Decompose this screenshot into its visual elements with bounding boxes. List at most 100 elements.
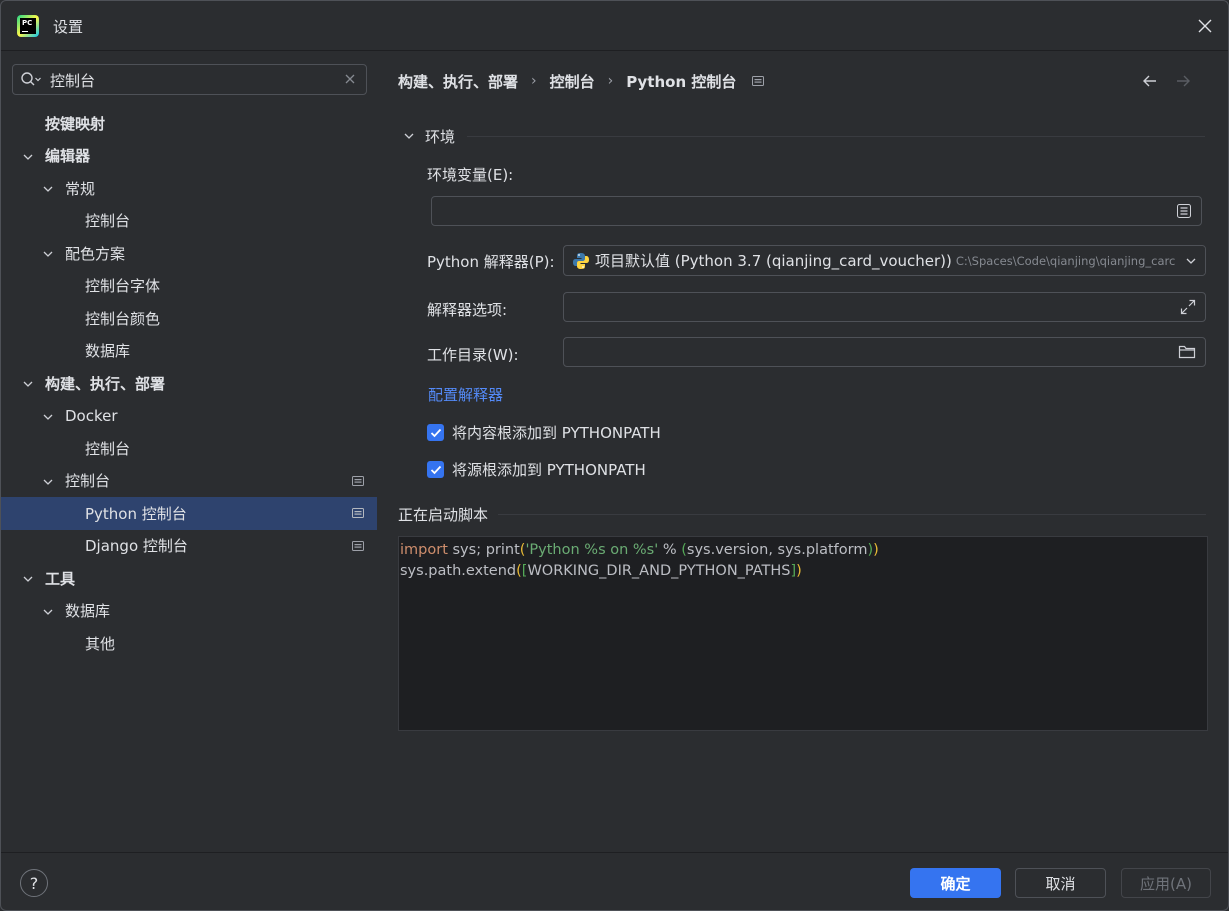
clear-search-icon[interactable] (344, 73, 356, 85)
tree-item-tools[interactable]: 工具 (1, 562, 377, 595)
section-title: 正在启动脚本 (398, 505, 489, 524)
code-line-1: import sys; print('Python %s on %s' % (s… (400, 540, 1206, 561)
add-source-roots-checkbox[interactable]: 将源根添加到 PYTHONPATH (427, 459, 646, 480)
interpreter-options-label: 解释器选项: (427, 301, 508, 319)
chevron-down-icon[interactable] (22, 378, 34, 390)
working-dir-label: 工作目录(W): (427, 346, 519, 364)
interpreter-value: 项目默认值 (Python 3.7 (qianjing_card_voucher… (595, 252, 952, 270)
tree-item-editor[interactable]: 编辑器 (1, 140, 377, 173)
edit-list-icon[interactable] (1176, 203, 1192, 219)
breadcrumb-item-current: Python 控制台 (626, 72, 737, 91)
code-paren: ) (873, 542, 879, 558)
add-content-roots-checkbox[interactable]: 将内容根添加到 PYTHONPATH (427, 422, 661, 443)
dialog-footer: ? 确定 取消 应用(A) (1, 852, 1228, 910)
tree-item-label: Docker (65, 406, 118, 425)
tree-item-build-execution-deployment[interactable]: 构建、执行、部署 (1, 367, 377, 400)
env-vars-field[interactable] (431, 196, 1202, 226)
dropdown-button[interactable] (1177, 246, 1205, 275)
ok-button[interactable]: 确定 (910, 868, 1001, 898)
project-page-icon (352, 540, 364, 551)
tree-item-label: 控制台字体 (85, 277, 161, 296)
settings-search-box[interactable] (12, 64, 367, 95)
chevron-down-icon[interactable] (42, 476, 54, 488)
tree-item-label: 数据库 (65, 602, 111, 621)
chevron-down-icon[interactable] (42, 411, 54, 423)
breadcrumb: 构建、执行、部署 › 控制台 › Python 控制台 (398, 70, 765, 92)
breadcrumb-item[interactable]: 控制台 (550, 71, 595, 92)
tree-item-other[interactable]: 其他 (1, 627, 377, 660)
settings-tree: 按键映射 编辑器 常规 控制台 配色方案 控制台字体 控制台颜色 数据库 构建、… (1, 107, 377, 660)
configure-interpreter-link[interactable]: 配置解释器 (428, 384, 503, 405)
code-function: print (485, 542, 520, 558)
interpreter-label: Python 解释器(P): (427, 253, 555, 271)
breadcrumb-separator: › (607, 73, 614, 89)
close-icon (1198, 19, 1212, 33)
startup-script-header: 正在启动脚本 (398, 504, 1206, 524)
settings-tree-pane: 按键映射 编辑器 常规 控制台 配色方案 控制台字体 控制台颜色 (1, 52, 377, 852)
tree-item-label: 编辑器 (45, 147, 91, 166)
search-input[interactable] (50, 69, 340, 91)
checkmark-icon (430, 465, 441, 474)
working-dir-field[interactable] (563, 337, 1206, 367)
tree-item-label: 数据库 (85, 342, 131, 361)
code-text: % (658, 542, 682, 558)
tree-item-label: 常规 (65, 179, 96, 198)
code-string: 'Python %s on %s' (525, 542, 659, 558)
chevron-down-icon (1186, 258, 1196, 264)
tree-item-console-font[interactable]: 控制台字体 (1, 270, 377, 303)
checkbox-checked[interactable] (427, 461, 444, 478)
tree-item-color-scheme[interactable]: 配色方案 (1, 237, 377, 270)
tree-item-label: 控制台 (85, 212, 131, 231)
checkbox-checked[interactable] (427, 424, 444, 441)
chevron-down-icon[interactable] (42, 606, 54, 618)
interpreter-options-field[interactable] (563, 292, 1206, 322)
expand-icon[interactable] (1180, 299, 1196, 315)
project-page-icon (352, 475, 364, 486)
tree-item-tools-database[interactable]: 数据库 (1, 595, 377, 628)
section-divider (467, 135, 1205, 137)
chevron-down-icon[interactable] (403, 130, 415, 142)
chevron-down-icon[interactable] (42, 183, 54, 195)
project-page-icon (752, 76, 765, 86)
tree-item-django-console[interactable]: Django 控制台 (1, 530, 377, 563)
tree-item-keymap[interactable]: 按键映射 (1, 107, 377, 140)
tree-item-docker[interactable]: Docker (1, 400, 377, 433)
checkmark-icon (430, 428, 441, 437)
breadcrumb-item[interactable]: 构建、执行、部署 (398, 71, 518, 92)
tree-item-general[interactable]: 常规 (1, 172, 377, 205)
pycharm-logo-icon: PC (17, 15, 39, 37)
startup-script-editor[interactable]: import sys; print('Python %s on %s' % (s… (398, 536, 1208, 731)
chevron-down-icon[interactable] (42, 248, 54, 260)
tree-item-python-console[interactable]: Python 控制台 (1, 497, 377, 530)
tree-item-docker-console[interactable]: 控制台 (1, 432, 377, 465)
cancel-button[interactable]: 取消 (1015, 868, 1106, 898)
settings-content-pane: 构建、执行、部署 › 控制台 › Python 控制台 环境 环境变量(E): (377, 52, 1228, 852)
interpreter-select[interactable]: 项目默认值 (Python 3.7 (qianjing_card_voucher… (563, 245, 1206, 276)
tree-item-label: 其他 (85, 634, 116, 653)
app-logo-text: PC (22, 19, 33, 27)
arrow-left-icon[interactable] (1141, 72, 1159, 90)
code-text: sys.version, sys.platform (686, 542, 868, 558)
tree-item-console-colors[interactable]: 控制台颜色 (1, 302, 377, 335)
arrow-right-icon[interactable] (1174, 72, 1192, 90)
code-keyword: import (400, 542, 448, 558)
dialog-title: 设置 (53, 18, 84, 36)
tree-item-label: Django 控制台 (85, 537, 188, 556)
apply-button[interactable]: 应用(A) (1121, 868, 1211, 898)
chevron-down-icon[interactable] (22, 151, 34, 163)
interpreter-path: C:\Spaces\Code\qianjing\qianjing_carc (955, 253, 1176, 268)
tree-item-label: 工具 (45, 569, 76, 588)
tree-item-console[interactable]: 控制台 (1, 465, 377, 498)
tree-item-general-console[interactable]: 控制台 (1, 205, 377, 238)
environment-section-header[interactable]: 环境 (403, 126, 1205, 146)
close-button[interactable] (1192, 13, 1218, 39)
tree-item-color-database[interactable]: 数据库 (1, 335, 377, 368)
help-button[interactable]: ? (20, 869, 48, 897)
settings-dialog: PC 设置 按键映射 编辑器 (0, 0, 1229, 911)
section-divider (498, 513, 1206, 515)
code-line-2: sys.path.extend([WORKING_DIR_AND_PYTHON_… (400, 561, 1206, 582)
code-paren: ) (796, 563, 802, 579)
chevron-down-icon[interactable] (22, 573, 34, 585)
checkbox-label: 将内容根添加到 PYTHONPATH (452, 424, 661, 442)
folder-icon[interactable] (1178, 344, 1196, 360)
